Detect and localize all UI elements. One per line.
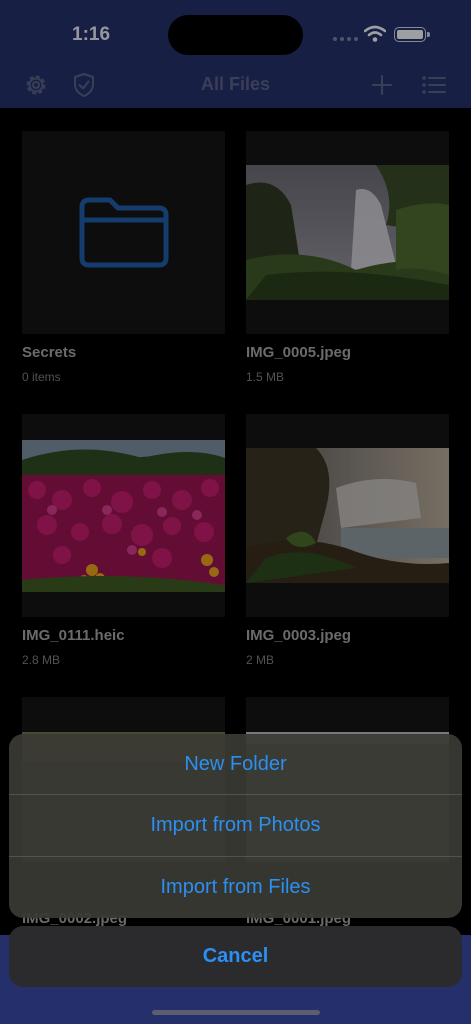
image-thumbnail (22, 414, 225, 617)
import-from-files-button[interactable]: Import from Files (9, 857, 462, 918)
file-tile-secrets[interactable]: Secrets 0 items (22, 131, 225, 384)
folder-thumbnail (22, 131, 225, 334)
file-name: IMG_0003.jpeg (246, 627, 352, 644)
nav-bar: All Files (0, 62, 471, 108)
home-indicator[interactable] (152, 1010, 320, 1015)
file-tile-img-0111[interactable]: IMG_0111.heic 2.8 MB (22, 414, 225, 667)
signal-dots-icon (333, 37, 358, 41)
waterfall-photo (246, 448, 449, 583)
list-icon[interactable] (419, 70, 449, 100)
folder-icon (79, 197, 168, 267)
action-sheet: New Folder Import from Photos Import fro… (9, 734, 462, 918)
file-name: IMG_0005.jpeg (246, 344, 352, 361)
file-name: IMG_0111.heic (22, 627, 125, 644)
waterfall-photo (246, 165, 449, 300)
file-meta: 2 MB (246, 653, 275, 667)
page-title: All Files (200, 74, 271, 94)
status-time: 1:16 (72, 24, 111, 45)
import-from-photos-button[interactable]: Import from Photos (9, 795, 462, 857)
dynamic-island (168, 15, 303, 55)
status-bar: 1:16 (0, 0, 471, 62)
file-meta: 1.5 MB (246, 370, 285, 384)
cancel-button[interactable]: Cancel (9, 926, 462, 987)
file-tile-img-0003[interactable]: IMG_0003.jpeg 2 MB (246, 414, 449, 667)
file-meta: 0 items (22, 370, 61, 384)
file-name: Secrets (22, 344, 77, 361)
wifi-icon (364, 25, 386, 42)
new-folder-button[interactable]: New Folder (9, 734, 462, 796)
battery-icon (394, 27, 430, 42)
file-tile-img-0005[interactable]: IMG_0005.jpeg 1.5 MB (246, 131, 449, 384)
image-thumbnail (246, 414, 449, 617)
image-thumbnail (246, 131, 449, 334)
flowers-photo (22, 439, 225, 592)
plus-icon[interactable] (367, 70, 397, 100)
file-meta: 2.8 MB (22, 653, 61, 667)
